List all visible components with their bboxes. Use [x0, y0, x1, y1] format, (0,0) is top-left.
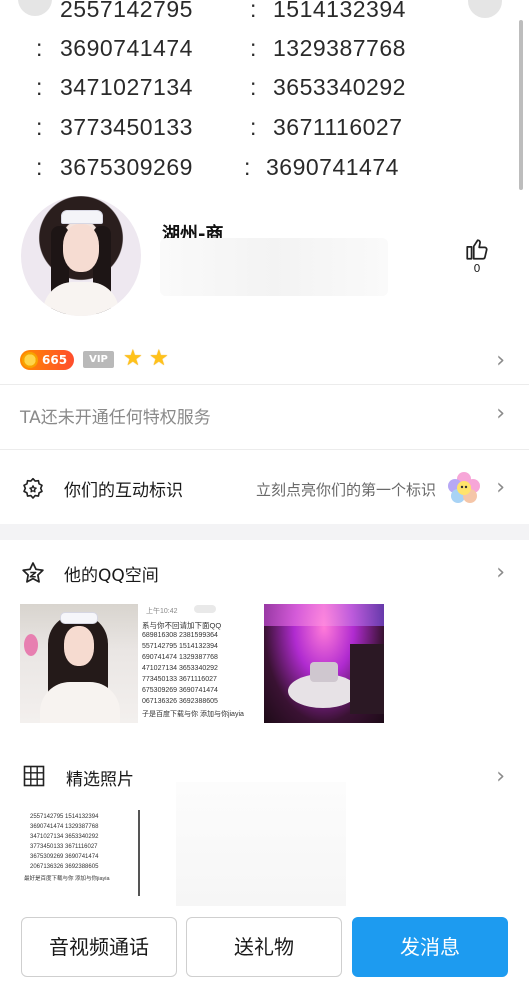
chevron-right-icon[interactable]: › [496, 560, 505, 585]
coin-icon [22, 352, 38, 368]
mini-pill [194, 605, 216, 613]
number-right: 3671116027 [273, 114, 403, 140]
number-separator: : [36, 74, 43, 100]
send-gift-button[interactable]: 送礼物 [186, 917, 342, 977]
mini-text: 471027134 3653340292 [142, 665, 218, 672]
mini-text: 3773450133 3671116027 [30, 844, 98, 850]
divider [0, 449, 529, 450]
number-separator: : [250, 114, 257, 140]
chevron-right-icon: › [496, 475, 505, 500]
number-separator: : [250, 0, 257, 22]
photo-flowers [24, 634, 38, 656]
avatar-face [63, 224, 99, 272]
mini-text: 最好是百度下载与你 添加与你jiayia [24, 876, 110, 882]
thumbs-up-icon [466, 239, 488, 260]
interaction-label: 你们的互动标识 [64, 481, 183, 501]
photo-face [64, 626, 94, 666]
grid-icon [23, 765, 45, 787]
number-left: 3675309269 [60, 154, 193, 180]
number-separator: : [36, 114, 43, 140]
photo-dress [40, 682, 120, 723]
number-separator: : [244, 154, 251, 180]
vip-badge: VIP [83, 351, 114, 368]
number-right: 1329387768 [273, 35, 406, 61]
number-separator: : [250, 35, 257, 61]
star-outline-icon [22, 562, 44, 583]
blurred-profile-info [160, 238, 388, 296]
qzone-photo-thumbnail[interactable] [20, 604, 138, 723]
scroll-indicator[interactable] [519, 20, 523, 190]
blurred-photo-area [176, 782, 346, 906]
mini-text: 3471027134 3653340292 [30, 834, 99, 840]
mini-text: 690741474 1329387768 [142, 654, 218, 661]
featured-photo-thumbnail[interactable]: 2557142795 1514132394 3690741474 1329387… [20, 810, 142, 896]
mini-text: 子是百度下载与你 添加与你jiayia [142, 711, 244, 718]
number-separator: : [36, 35, 43, 61]
mini-text: 上午10:42 [146, 608, 178, 615]
featured-photos-title[interactable]: 精选照片 [66, 765, 134, 790]
qzone-room-thumbnail[interactable] [264, 604, 384, 723]
number-right: 1514132394 [273, 0, 406, 22]
interaction-hint: 立刻点亮你们的第一个标识 [256, 481, 437, 499]
number-separator: : [36, 154, 43, 180]
like-count: 0 [473, 262, 481, 275]
number-right: 3653340292 [273, 74, 406, 100]
mini-text: 557142795 1514132394 [142, 643, 218, 650]
flower-badge-icon [448, 472, 480, 503]
thumb-divider-line [138, 810, 140, 896]
chevron-right-icon: › [496, 348, 505, 373]
mini-text: 689816308 2381599364 [142, 632, 218, 639]
coin-level-badge: 665 [20, 350, 74, 370]
coin-level-value: 665 [42, 353, 68, 367]
photo-wall [350, 644, 384, 714]
mini-text: 2067136326 3692388605 [30, 864, 99, 870]
number-left: 2557142795 [60, 0, 193, 22]
mini-text: 系与你不回请加下面QQ [142, 621, 222, 630]
mini-text: 3675309269 3690741474 [30, 854, 99, 860]
av-call-button[interactable]: 音视频通话 [21, 917, 177, 977]
photo-crown [60, 612, 98, 624]
more-button[interactable] [468, 0, 502, 18]
mini-text: 3690741474 1329387768 [30, 824, 99, 830]
privilege-status[interactable]: TA还未开通任何特权服务 [20, 403, 211, 428]
number-right: 3690741474 [266, 154, 399, 180]
chevron-right-icon: › [496, 401, 505, 426]
number-left: 3773450133 [60, 114, 193, 140]
badge-gear-icon [23, 477, 43, 499]
section-gap [0, 524, 529, 540]
star-icon: ★ [149, 346, 169, 371]
mini-text: 067136326 3692388605 [142, 698, 218, 705]
avatar[interactable] [21, 196, 141, 316]
back-button[interactable] [18, 0, 52, 16]
top-number-area: 2557142795 : 1514132394 : 3690741474 : 1… [0, 0, 529, 190]
interaction-badges-row[interactable]: 你们的互动标识 立刻点亮你们的第一个标识 › [0, 466, 529, 510]
chevron-right-icon[interactable]: › [496, 764, 505, 789]
number-left: 3471027134 [60, 74, 193, 100]
send-message-button[interactable]: 发消息 [352, 917, 508, 977]
qzone-title[interactable]: 他的QQ空间 [64, 561, 159, 586]
mini-text: 2557142795 1514132394 [30, 814, 99, 820]
photo-chair [310, 662, 338, 682]
mini-text: 773450133 3671116027 [142, 676, 217, 683]
number-left: 3690741474 [60, 35, 193, 61]
number-separator: : [250, 74, 257, 100]
star-icon: ★ [123, 346, 143, 371]
photo-ceiling-light [264, 604, 384, 626]
divider [0, 384, 529, 385]
qzone-screenshot-thumbnail[interactable]: 上午10:42 系与你不回请加下面QQ 689816308 2381599364… [142, 604, 260, 723]
level-badges-row[interactable]: 665 VIP ★ ★ › [0, 340, 529, 380]
avatar-crown [61, 210, 103, 224]
mini-text: 675309269 3690741474 [142, 687, 218, 694]
